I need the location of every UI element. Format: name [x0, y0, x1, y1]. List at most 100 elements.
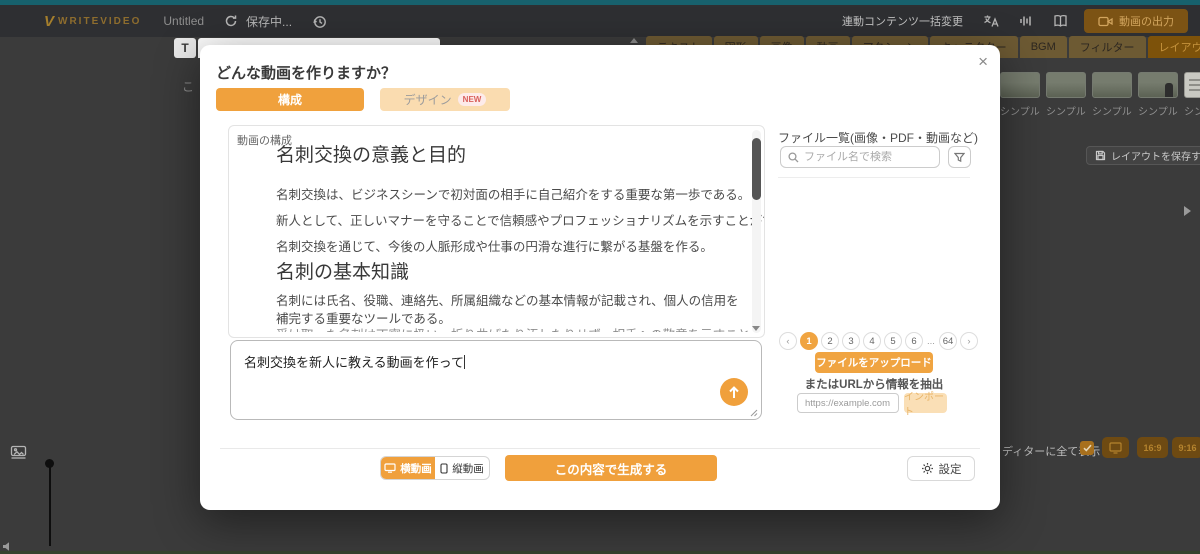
export-video-label: 動画の出力 — [1119, 16, 1174, 28]
save-icon — [1095, 150, 1106, 161]
top-bar: V WRITEVIDEO Untitled 保存中... 連動コンテンツ一括変更… — [0, 0, 1200, 37]
outline-paragraph-clipped: 受け取った名刺は丁寧に扱い、折り曲げたり汚したりせず、相手への敬意を示すことが基… — [276, 324, 748, 332]
history-icon[interactable] — [312, 14, 327, 29]
app-logo-mark: V — [44, 12, 55, 30]
page-button-3[interactable]: 3 — [842, 332, 860, 350]
file-filter-button[interactable] — [948, 146, 971, 168]
upload-file-button[interactable]: ファイルをアップロード — [815, 352, 933, 373]
canvas-text-fragment: こ — [182, 80, 195, 94]
template-thumbnail — [1184, 72, 1200, 98]
app-logo: WRITEVIDEO — [58, 15, 142, 27]
show-all-checkbox[interactable] — [1080, 441, 1094, 455]
divider — [220, 448, 980, 449]
template-label: シンプル① — [1184, 107, 1200, 118]
template-label: シンプル(... — [1092, 107, 1132, 118]
timeline-playhead-handle[interactable] — [45, 459, 54, 468]
resize-handle-icon[interactable] — [750, 409, 758, 417]
audio-waveform-icon[interactable] — [1019, 14, 1033, 28]
page-button-2[interactable]: 2 — [821, 332, 839, 350]
outline-paragraph: 名刺には氏名、役職、連絡先、所属組織などの基本情報が記載され、個人の信用を補完す… — [276, 294, 739, 327]
outline-paragraph: 新人として、正しいマナーを守ることで信頼感やプロフェッショナリズムを示すことがで… — [276, 214, 765, 228]
url-input[interactable] — [797, 393, 899, 413]
scroll-down-icon[interactable] — [752, 326, 760, 331]
new-badge: NEW — [457, 93, 487, 106]
translate-icon[interactable] — [983, 14, 999, 28]
divider — [778, 177, 970, 178]
import-button[interactable]: インポート — [904, 392, 947, 418]
check-icon — [1082, 444, 1092, 452]
page-prev-button[interactable]: ‹ — [779, 332, 797, 350]
canvas-size-button[interactable] — [1102, 437, 1129, 458]
portrait-option[interactable]: 縦動画 — [435, 457, 489, 479]
outline-heading-1: 名刺交換の意義と目的 — [276, 145, 467, 166]
template-label: シンプル(... — [1000, 107, 1040, 118]
template-thumbnail — [1138, 72, 1178, 98]
gear-icon — [921, 463, 933, 474]
outline-scrollbar-thumb[interactable] — [752, 138, 761, 200]
video-outline-panel[interactable]: 動画の構成 名刺交換の意義と目的 名刺交換は、ビジネスシーンで初対面の相手に自己… — [228, 125, 765, 338]
prompt-text: 名刺交換を新人に教える動画を作って — [244, 355, 464, 370]
outline-paragraph: 名刺交換を通じて、今後の人脈形成や仕事の円滑な進行に繋がる基盤を作る。 — [276, 240, 713, 254]
refresh-icon[interactable] — [224, 14, 238, 28]
page-button-1[interactable]: 1 — [800, 332, 818, 350]
text-tool-button[interactable]: T — [174, 38, 196, 58]
bulk-change-label[interactable]: 連動コンテンツ一括変更 — [842, 13, 963, 29]
settings-button[interactable]: 設定 — [907, 456, 975, 481]
arrow-up-icon — [729, 385, 739, 398]
save-status: 保存中... — [246, 14, 293, 29]
tab-bgm[interactable]: BGM — [1019, 36, 1067, 58]
monitor-icon — [384, 463, 396, 473]
template-thumbnail — [1092, 72, 1132, 98]
page-button-6[interactable]: 6 — [905, 332, 923, 350]
file-list-title: ファイル一覧(画像・PDF・動画など) — [778, 131, 978, 145]
template-thumbnail — [1046, 72, 1086, 98]
layout-template-item[interactable]: シンプル(... — [1092, 72, 1132, 118]
layout-template-item[interactable]: シンプル(... — [1138, 72, 1178, 118]
send-button[interactable] — [720, 378, 748, 406]
modal-title: どんな動画を作りますか？ — [216, 65, 397, 82]
ratio-9-16-button[interactable]: 9:16 — [1172, 437, 1200, 458]
monitor-icon — [1109, 441, 1122, 454]
search-icon — [788, 151, 799, 162]
page-next-button[interactable]: › — [960, 332, 978, 350]
layout-template-item[interactable]: シンプル① — [1184, 72, 1200, 118]
tab-structure[interactable]: 構成 — [216, 88, 364, 111]
phone-icon — [440, 462, 448, 474]
template-thumbnail — [1000, 72, 1040, 98]
create-video-modal: × どんな動画を作りますか？ 構成 デザイン NEW 動画の構成 名刺交換の意義… — [200, 45, 1000, 510]
outline-scrollbar[interactable] — [752, 130, 761, 333]
save-layout-button[interactable]: レイアウトを保存する — [1086, 146, 1200, 165]
export-video-button[interactable]: 動画の出力 — [1084, 9, 1188, 33]
layout-template-item[interactable]: シンプル(... — [1046, 72, 1086, 118]
media-track-icon[interactable] — [10, 445, 27, 460]
tab-design-label: デザイン — [403, 93, 452, 107]
page-ellipsis: ... — [926, 332, 936, 350]
page-button-4[interactable]: 4 — [863, 332, 881, 350]
landscape-option[interactable]: 横動画 — [381, 457, 435, 479]
landscape-label: 横動画 — [400, 462, 432, 475]
tab-filter[interactable]: フィルター — [1068, 36, 1146, 58]
save-layout-label: レイアウトを保存する — [1111, 152, 1200, 163]
file-pagination: ‹ 1 2 3 4 5 6 ... 64 › — [779, 332, 978, 350]
page-button-64[interactable]: 64 — [939, 332, 957, 350]
filter-funnel-icon — [954, 152, 965, 162]
template-label: シンプル(... — [1046, 107, 1086, 118]
template-label: シンプル(... — [1138, 107, 1178, 118]
ratio-16-9-button[interactable]: 16:9 — [1137, 437, 1168, 458]
tab-layout[interactable]: レイアウト — [1147, 36, 1200, 58]
prompt-input[interactable]: 名刺交換を新人に教える動画を作って — [230, 340, 762, 420]
generate-button[interactable]: この内容で生成する — [505, 455, 717, 481]
outline-heading-2: 名刺の基本知識 — [276, 262, 410, 283]
tab-design[interactable]: デザイン NEW — [380, 88, 510, 111]
layout-template-item[interactable]: シンプル(... — [1000, 72, 1040, 118]
book-icon[interactable] — [1053, 14, 1068, 28]
settings-label: 設定 — [938, 463, 962, 476]
document-title[interactable]: Untitled — [163, 14, 204, 28]
page-button-5[interactable]: 5 — [884, 332, 902, 350]
orientation-toggle: 横動画 縦動画 — [380, 456, 490, 480]
file-search-field[interactable] — [780, 146, 940, 168]
file-search-input[interactable] — [804, 151, 919, 163]
timeline-playhead[interactable] — [49, 464, 51, 546]
scroll-next-icon[interactable] — [1184, 206, 1191, 216]
close-icon[interactable]: × — [978, 53, 988, 70]
